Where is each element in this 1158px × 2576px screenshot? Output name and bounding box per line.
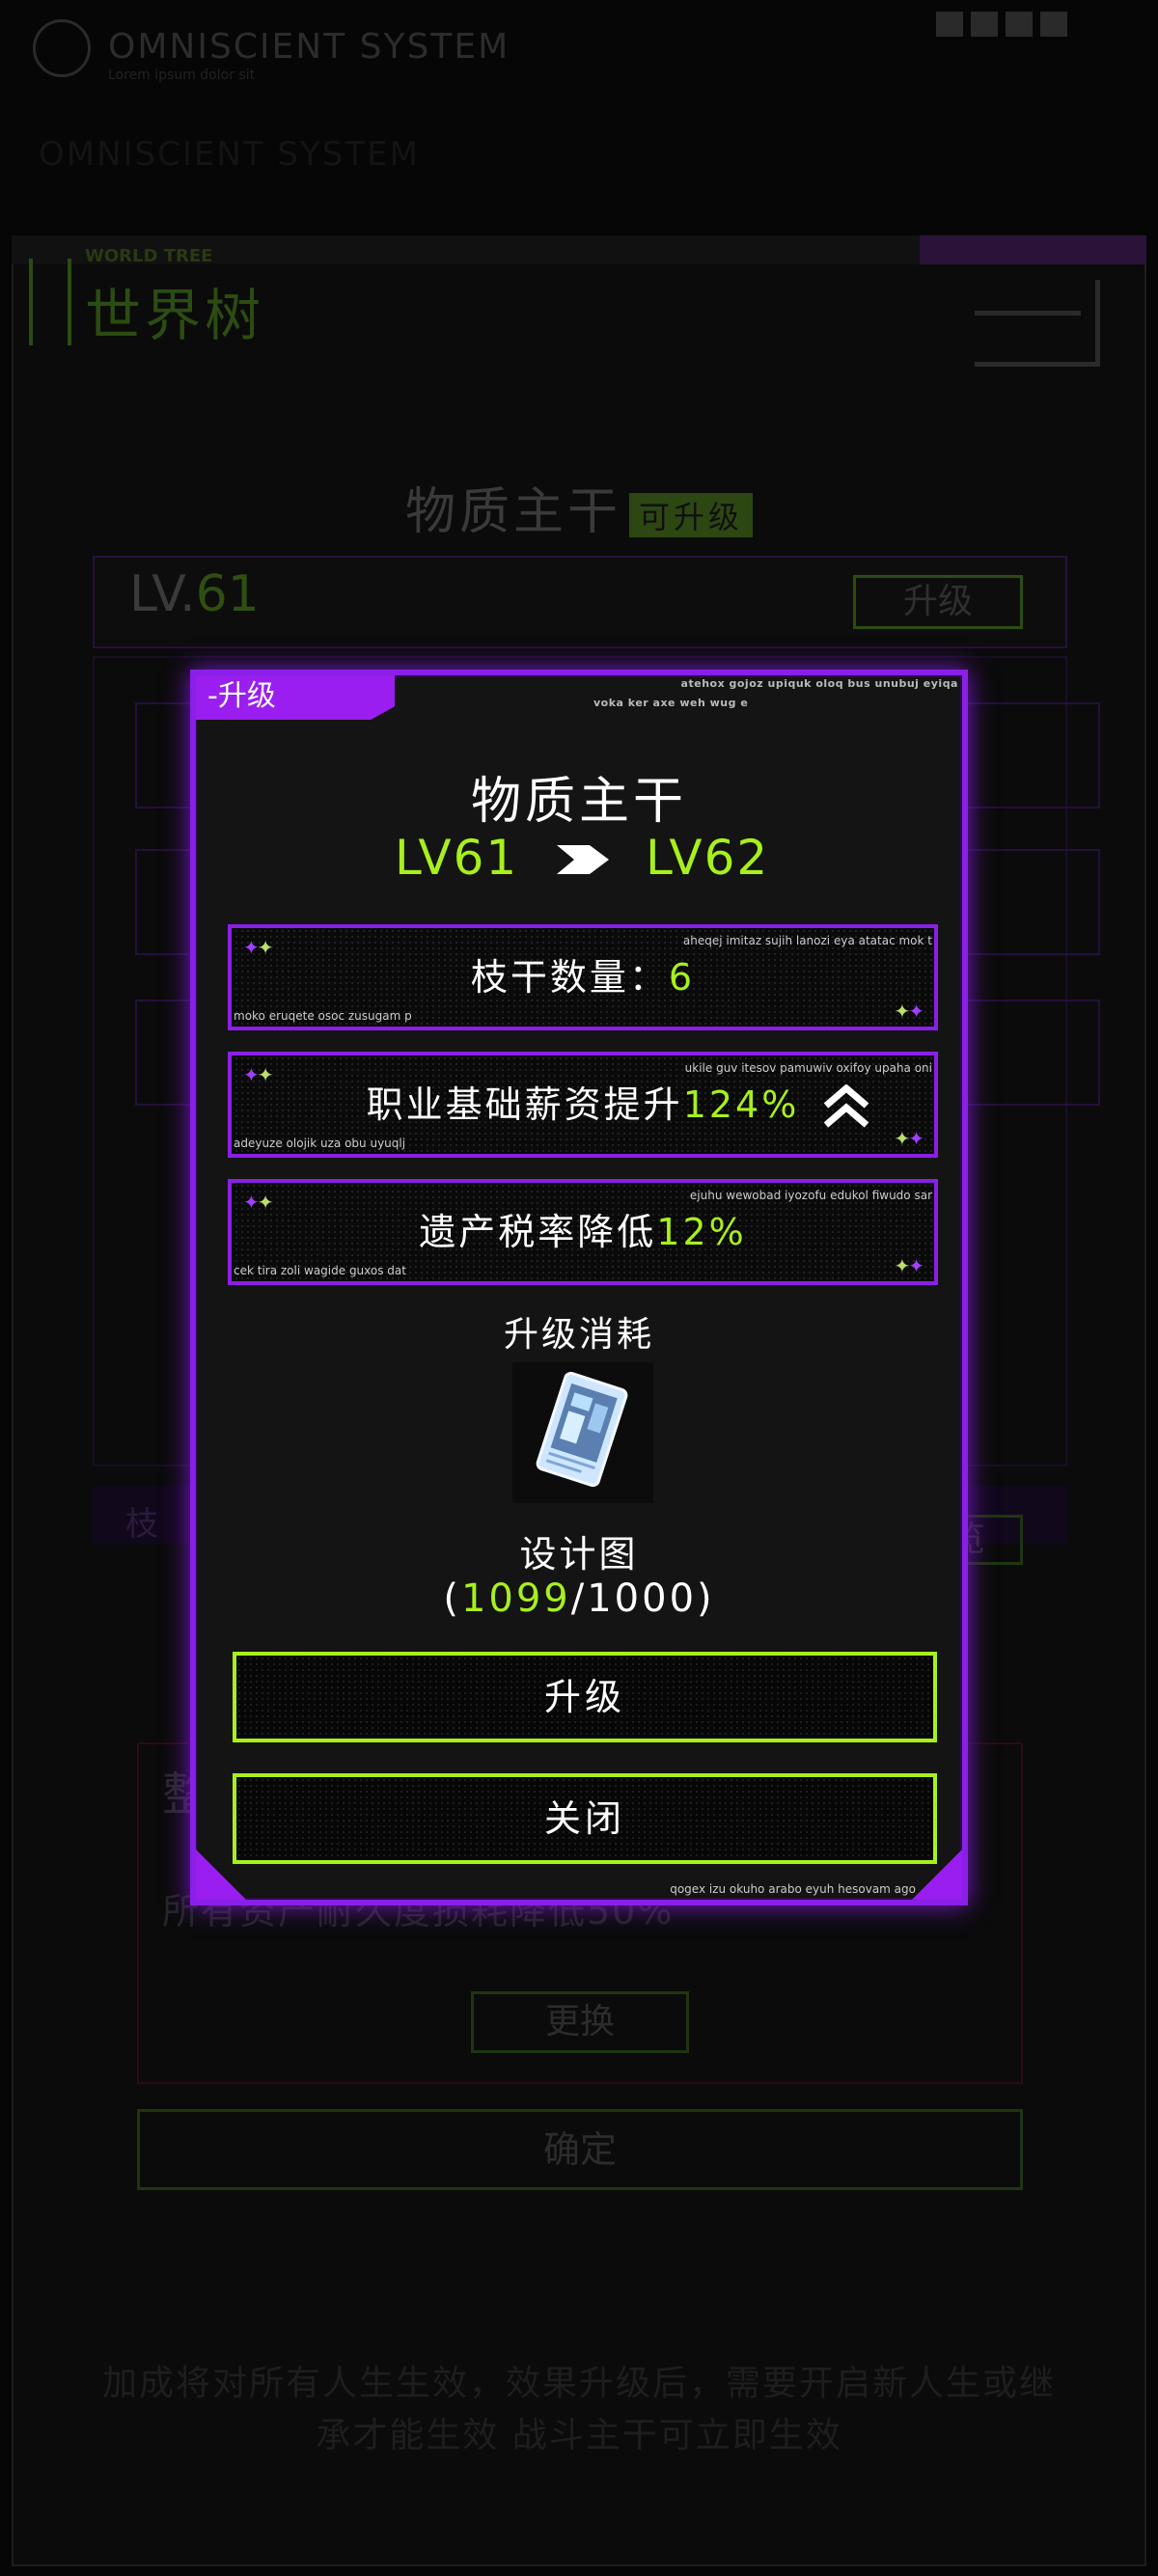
stat-value: 12% bbox=[656, 1211, 747, 1253]
modal-tag: -升级 bbox=[196, 675, 395, 720]
level-number: 61 bbox=[195, 565, 260, 623]
stat-deco-text: adeyuze olojik uza obu uyuqlj bbox=[234, 1137, 406, 1150]
double-up-arrow-icon bbox=[823, 1084, 869, 1128]
modal-footer-deco: qogex izu okuho arabo eyuh hesovam ago bbox=[670, 1882, 916, 1896]
modal-deco-text: voka ker axe weh wug e bbox=[593, 697, 749, 709]
blueprint-card-icon bbox=[512, 1362, 653, 1503]
level-upgrade-button[interactable]: 升级 bbox=[853, 575, 1023, 629]
bottom-note: 加成将对所有人生生效，效果升级后，需要开启新人生或继承才能生效 战斗主干可立即生… bbox=[101, 2364, 1056, 2455]
cost-item-count: (1099/1000) bbox=[443, 1576, 715, 1621]
stat-value: 6 bbox=[668, 956, 696, 999]
level-prefix: LV. bbox=[129, 565, 196, 623]
modal-tag-label: 升级 bbox=[217, 679, 276, 713]
cost-item-name: 设计图 bbox=[519, 1533, 639, 1576]
world-tree-title: 世界树 bbox=[85, 283, 265, 348]
system-subtitle: Lorem ipsum dolor sit bbox=[108, 68, 256, 83]
stat-label-text: 枝干数量： bbox=[470, 956, 669, 999]
stat-deco-text: cek tira zoli wagide guxos dat bbox=[234, 1264, 406, 1277]
upgrade-cost-title: 升级消耗 bbox=[503, 1315, 654, 1355]
modal-tag-prefix: - bbox=[207, 679, 218, 713]
world-tree-en-label: WORLD TREE bbox=[85, 246, 213, 266]
stat-row-branch-count: ✦✦ aheqej imitaz sujih lanozi eya atatac… bbox=[228, 924, 938, 1030]
stat-value: 124% bbox=[682, 1083, 800, 1126]
chevron-right-icon bbox=[557, 845, 609, 874]
sparkle-icon: ✦✦ bbox=[894, 1254, 924, 1277]
branch-title-text: 物质主干 bbox=[404, 483, 621, 541]
top-right-status-icons bbox=[936, 12, 1129, 89]
stat-row-inheritance-tax: ✦✦ ejuhu wewobad iyozofu edukol fiwudo s… bbox=[228, 1179, 938, 1285]
upgrade-modal: -升级 atehox gojoz upiquk oloq bus unubuj … bbox=[190, 670, 968, 1905]
sparkle-icon: ✦✦ bbox=[894, 1127, 924, 1150]
back-arrow-icon[interactable] bbox=[975, 280, 1100, 367]
branch-title: 物质主干 可升级 bbox=[0, 471, 1158, 543]
cost-item-have: 1099 bbox=[460, 1576, 571, 1621]
upgradable-badge: 可升级 bbox=[629, 493, 754, 537]
branch-section-label: 枝 bbox=[125, 1505, 158, 1544]
change-button[interactable]: 更换 bbox=[471, 1991, 689, 2053]
cost-item-need: 1000 bbox=[587, 1576, 698, 1621]
system-logo-icon bbox=[33, 19, 91, 77]
stat-deco-text: moko eruqete osoc zusugam p bbox=[234, 1009, 412, 1023]
stat-row-salary-boost: ✦✦ ukile guv itesov pamuwiv oxifoy upaha… bbox=[228, 1052, 938, 1158]
level-display: LV.61 bbox=[129, 565, 260, 623]
modal-deco-text: atehox gojoz upiquk oloq bus unubuj eyiq… bbox=[680, 677, 958, 690]
to-level: LV62 bbox=[646, 830, 770, 886]
world-tree-icon bbox=[29, 259, 71, 345]
modal-item-name: 物质主干 bbox=[470, 773, 687, 831]
stat-label-text: 遗产税率降低 bbox=[419, 1211, 657, 1253]
stat-label-text: 职业基础薪资提升 bbox=[366, 1083, 683, 1126]
system-title: OMNISCIENT SYSTEM bbox=[108, 27, 510, 67]
confirm-button[interactable]: 确定 bbox=[137, 2109, 1023, 2190]
upgrade-button[interactable]: 升级 bbox=[233, 1652, 937, 1742]
back-arrow-shaft bbox=[975, 311, 1081, 315]
system-title-echo: OMNISCIENT SYSTEM bbox=[39, 135, 420, 174]
from-level: LV61 bbox=[395, 830, 519, 886]
sparkle-icon: ✦✦ bbox=[894, 1000, 924, 1023]
close-button[interactable]: 关闭 bbox=[233, 1773, 937, 1864]
